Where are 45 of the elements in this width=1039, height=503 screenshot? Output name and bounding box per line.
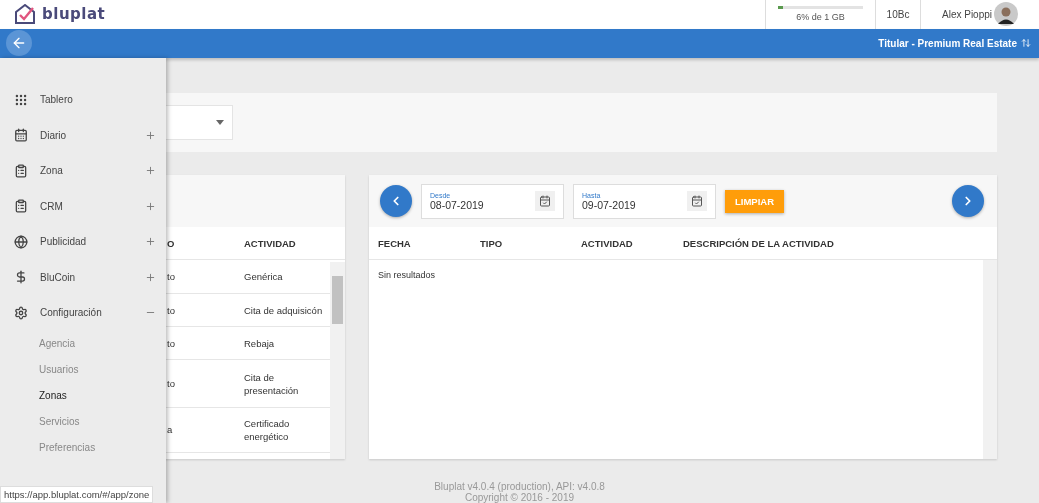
grid-icon: [14, 92, 28, 107]
version-text: Bluplat v4.0.4 (production), API: v4.0.8: [434, 481, 605, 492]
coin-balance: 10Bc: [886, 8, 910, 20]
avatar-icon[interactable]: [994, 2, 1018, 27]
settings-icon: [14, 305, 28, 320]
logo-icon: [14, 4, 36, 25]
menu-item[interactable]: Diario: [0, 117, 166, 153]
caret-icon[interactable]: [216, 120, 224, 125]
column-header: ACTIVIDAD: [580, 236, 634, 251]
scrollbar[interactable]: [330, 262, 345, 459]
menu-item[interactable]: Publicidad: [0, 224, 166, 260]
storage-label: 6% de 1 GB: [796, 12, 845, 23]
user-name[interactable]: Alex Pioppi: [942, 8, 992, 20]
account-switcher[interactable]: Titular - Premium Real Estate: [878, 37, 1031, 49]
logo-text: bluplat: [42, 5, 106, 24]
calendar-icon: [14, 128, 28, 143]
calendar-icon[interactable]: [687, 191, 707, 211]
expand-icon[interactable]: [145, 129, 156, 141]
column-header: FECHA: [377, 236, 412, 251]
menu-item[interactable]: CRM: [0, 188, 166, 224]
menu-item[interactable]: Zona: [0, 153, 166, 189]
clipboard-icon: [14, 163, 28, 178]
expand-icon[interactable]: [145, 236, 156, 248]
scrollbar[interactable]: [983, 260, 997, 459]
calendar-icon[interactable]: [535, 191, 555, 211]
menu-item[interactable]: Configuración: [0, 295, 166, 331]
previous-button[interactable]: [380, 185, 412, 217]
column-header: DESCRIPCIÓN DE LA ACTIVIDAD: [682, 236, 835, 251]
copyright-text: Copyright © 2016 - 2019: [464, 492, 575, 503]
dollar-icon: [14, 270, 28, 285]
menu-item[interactable]: Tablero: [0, 82, 166, 118]
swap-icon[interactable]: [1021, 38, 1031, 49]
column-header: TIPO: [479, 236, 504, 251]
expand-icon[interactable]: [145, 165, 156, 177]
status-url: https://app.bluplat.com/#/app/zone: [0, 486, 154, 503]
expand-icon[interactable]: [145, 200, 156, 212]
expand-icon[interactable]: [145, 271, 156, 283]
globe-icon: [14, 234, 28, 249]
menu-item[interactable]: BluCoin: [0, 259, 166, 295]
back-button[interactable]: [6, 30, 32, 57]
clipboard-icon: [14, 199, 28, 214]
column-header: ACTIVIDAD: [240, 227, 330, 260]
empty-message: Sin resultados: [378, 270, 436, 280]
next-button[interactable]: [952, 185, 984, 217]
submenu-item[interactable]: Zonas: [0, 382, 166, 409]
